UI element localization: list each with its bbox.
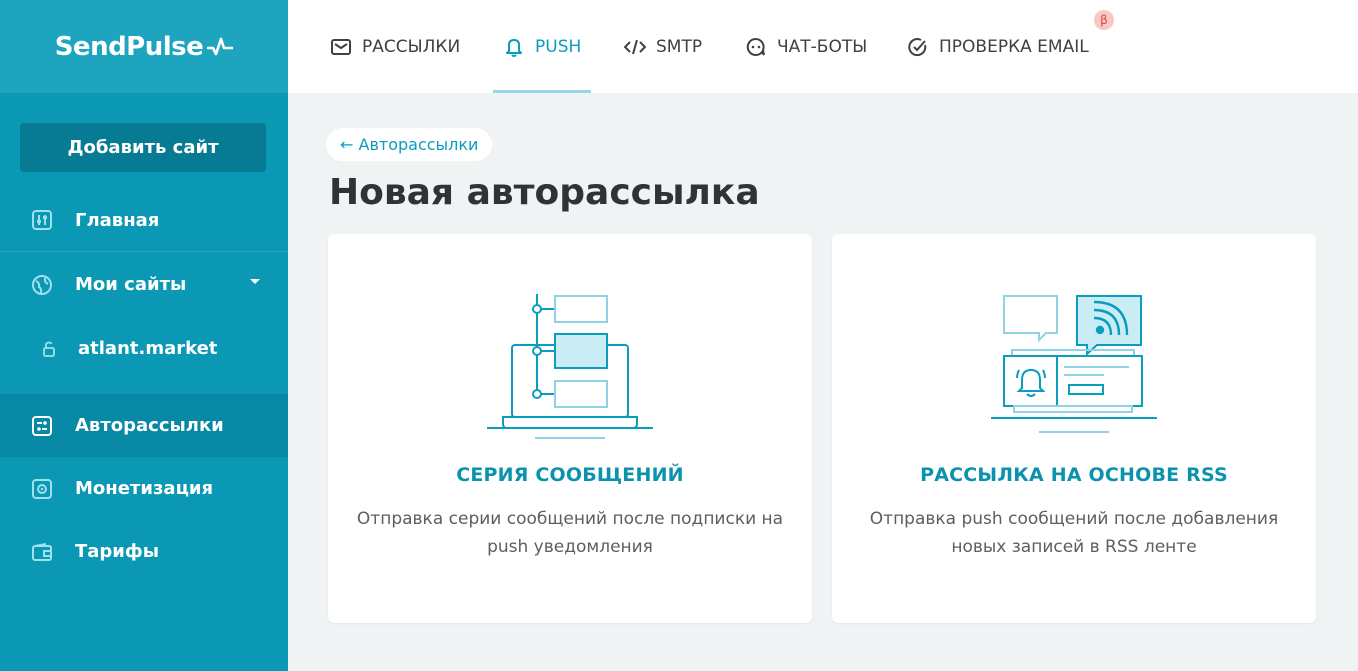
sidebar-item-label: Авторассылки — [75, 415, 224, 436]
sidebar-item-monetization[interactable]: Монетизация — [0, 457, 288, 520]
sidebar-item-label: Главная — [75, 209, 160, 231]
sidebar-item-pricing[interactable]: Тарифы — [0, 520, 288, 583]
add-site-button[interactable]: Добавить сайт — [20, 123, 266, 172]
tab-chatbots[interactable]: ЧАТ-БОТЫ — [745, 0, 867, 93]
tab-label: ПРОВЕРКА EMAIL — [939, 36, 1089, 57]
code-icon — [624, 36, 646, 58]
sidebar-item-autoresponders[interactable]: Авторассылки — [0, 394, 288, 457]
sidebar-item-label: Мои сайты — [75, 274, 187, 295]
sidebar-item-label: Монетизация — [75, 478, 214, 499]
safe-icon — [31, 478, 53, 500]
message-series-illustration — [328, 290, 812, 440]
rss-campaign-illustration — [832, 290, 1316, 440]
sliders-icon — [31, 209, 53, 231]
tab-label: ЧАТ-БОТЫ — [777, 36, 868, 57]
wallet-icon — [31, 541, 53, 563]
chat-bot-icon — [745, 36, 767, 58]
logo-bar: SendPulse — [0, 0, 288, 93]
sidebar-item-home[interactable]: Главная — [0, 189, 288, 252]
tab-label: SMTP — [656, 36, 703, 57]
bell-icon — [503, 36, 525, 58]
tab-email-verification[interactable]: ПРОВЕРКА EMAIL — [907, 0, 1089, 93]
check-circle-icon — [907, 36, 929, 58]
card-description: Отправка серии сообщений после подписки … — [356, 509, 784, 557]
envelope-icon — [330, 36, 352, 58]
globe-icon — [31, 274, 53, 296]
page-title: Новая авторассылка — [329, 172, 760, 213]
beta-badge: β — [1094, 10, 1114, 30]
tab-label: PUSH — [535, 36, 582, 57]
brand-name: SendPulse — [54, 31, 204, 62]
pulse-icon — [207, 37, 234, 55]
sidebar-item-label: Тарифы — [75, 541, 160, 562]
top-navigation: РАССЫЛКИ PUSH SMTP ЧАТ-БОТЫ ПРОВЕРКА EMA… — [288, 0, 1358, 93]
tab-campaigns[interactable]: РАССЫЛКИ — [330, 0, 460, 93]
sidebar-item-label: atlant.market — [78, 338, 218, 359]
sidebar-item-my-sites[interactable]: Мои сайты — [0, 253, 288, 316]
card-description: Отправка push сообщений после добавления… — [869, 509, 1279, 557]
card-title: СЕРИЯ СООБЩЕНИЙ — [456, 464, 684, 486]
chevron-down-icon[interactable] — [250, 279, 260, 284]
tab-smtp[interactable]: SMTP — [624, 0, 702, 93]
back-to-autoresponders-button[interactable]: ← Авторассылки — [326, 128, 493, 161]
card-message-series[interactable]: СЕРИЯ СООБЩЕНИЙ Отправка серии сообщений… — [328, 234, 812, 623]
sidebar-item-site-atlant[interactable]: atlant.market — [0, 317, 288, 380]
tab-push[interactable]: PUSH — [493, 0, 592, 93]
tab-label: РАССЫЛКИ — [362, 36, 461, 57]
sidebar: SendPulse Добавить сайт Главная Мои сайт… — [0, 0, 288, 671]
sendpulse-logo[interactable]: SendPulse — [55, 32, 234, 62]
automation-icon — [31, 415, 53, 437]
card-title: РАССЫЛКА НА ОСНОВЕ RSS — [920, 464, 1228, 486]
unlock-icon — [38, 338, 60, 360]
card-rss-campaign[interactable]: РАССЫЛКА НА ОСНОВЕ RSS Отправка push соо… — [832, 234, 1316, 623]
